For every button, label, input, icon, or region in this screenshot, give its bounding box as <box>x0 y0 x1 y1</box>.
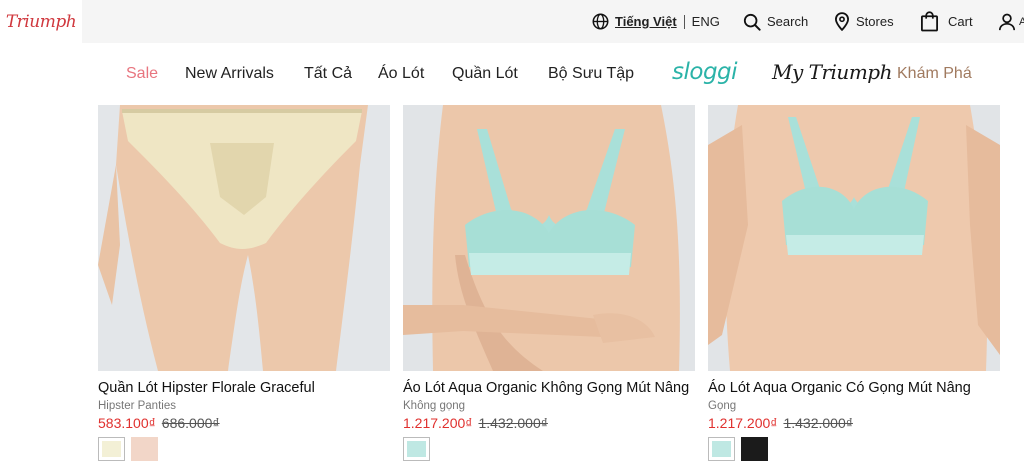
stores-button[interactable]: Stores <box>834 0 894 43</box>
logo-text: Triumph <box>5 11 77 32</box>
original-price: 1.432.000₫ <box>783 415 853 431</box>
cart-button[interactable]: Cart <box>920 0 973 43</box>
language-switcher[interactable]: Tiếng Việt ENG <box>592 0 720 43</box>
original-price: 686.000₫ <box>161 415 220 431</box>
language-divider <box>683 14 685 29</box>
color-swatch[interactable] <box>708 437 735 461</box>
triumph-logo[interactable]: Triumph <box>0 0 82 43</box>
nav-item-all[interactable]: Tất Cả <box>304 65 352 83</box>
nav-item-bras[interactable]: Áo Lót <box>378 65 424 83</box>
product-subtitle: Gọng <box>708 400 737 412</box>
nav-item-panties[interactable]: Quần Lót <box>452 65 518 83</box>
nav-item-collections[interactable]: Bộ Sưu Tập <box>548 65 634 83</box>
color-swatches <box>98 437 390 461</box>
search-label: Search <box>767 14 809 29</box>
product-title[interactable]: Áo Lót Aqua Organic Không Gọng Mút Nâng <box>403 380 695 396</box>
product-title[interactable]: Quần Lót Hipster Florale Graceful <box>98 380 390 396</box>
shopping-bag-icon <box>920 11 939 32</box>
sale-price: 1.217.200₫ <box>403 415 473 431</box>
color-swatches <box>403 437 695 461</box>
language-english-link[interactable]: ENG <box>692 14 720 29</box>
product-image[interactable] <box>98 105 390 371</box>
product-image[interactable] <box>708 105 1000 371</box>
price-row: 1.217.200₫ 1.432.000₫ <box>708 415 1000 431</box>
sale-price: 1.217.200₫ <box>708 415 778 431</box>
product-card[interactable]: Áo Lót Aqua Organic Không Gọng Mút Nâng … <box>403 105 695 461</box>
product-title[interactable]: Áo Lót Aqua Organic Có Gọng Mút Nâng <box>708 380 1000 396</box>
product-card[interactable]: Quần Lót Hipster Florale Graceful Hipste… <box>98 105 390 461</box>
user-icon <box>998 13 1016 31</box>
price-row: 583.100₫ 686.000₫ <box>98 415 390 431</box>
product-image[interactable] <box>403 105 695 371</box>
account-label: A <box>1019 15 1024 28</box>
cart-label: Cart <box>948 14 973 29</box>
location-pin-icon <box>834 12 850 31</box>
price-row: 1.217.200₫ 1.432.000₫ <box>403 415 695 431</box>
color-swatch[interactable] <box>98 437 125 461</box>
color-swatch[interactable] <box>741 437 768 461</box>
main-navigation: Sale New Arrivals Tất Cả Áo Lót Quần Lót… <box>0 43 1024 105</box>
sloggi-brand-link[interactable]: sloggi <box>672 59 738 85</box>
globe-icon <box>592 13 609 30</box>
product-card[interactable]: Áo Lót Aqua Organic Có Gọng Mút Nâng Gọn… <box>708 105 1000 461</box>
account-button[interactable]: A <box>998 0 1024 43</box>
aqua-underwire-bra-photo <box>708 105 1000 371</box>
search-icon <box>743 13 761 31</box>
color-swatch[interactable] <box>131 437 158 461</box>
nav-item-sale[interactable]: Sale <box>126 65 158 83</box>
mytriumph-brand-link[interactable]: My Triumph <box>772 60 892 84</box>
language-vietnamese-link[interactable]: Tiếng Việt <box>615 14 677 29</box>
color-swatches <box>708 437 1000 461</box>
top-utility-bar: Triumph Tiếng Việt ENG Search Stores Car… <box>0 0 1024 43</box>
hipster-panties-photo <box>98 105 390 371</box>
aqua-wireless-bra-photo <box>403 105 695 371</box>
search-button[interactable]: Search <box>743 0 808 43</box>
product-subtitle: Hipster Panties <box>98 400 176 412</box>
original-price: 1.432.000₫ <box>478 415 548 431</box>
nav-item-new-arrivals[interactable]: New Arrivals <box>185 65 274 83</box>
stores-label: Stores <box>856 14 894 29</box>
nav-item-explore[interactable]: Khám Phá <box>897 65 972 83</box>
product-subtitle: Không gọng <box>403 400 466 412</box>
color-swatch[interactable] <box>403 437 430 461</box>
sale-price: 583.100₫ <box>98 415 156 431</box>
